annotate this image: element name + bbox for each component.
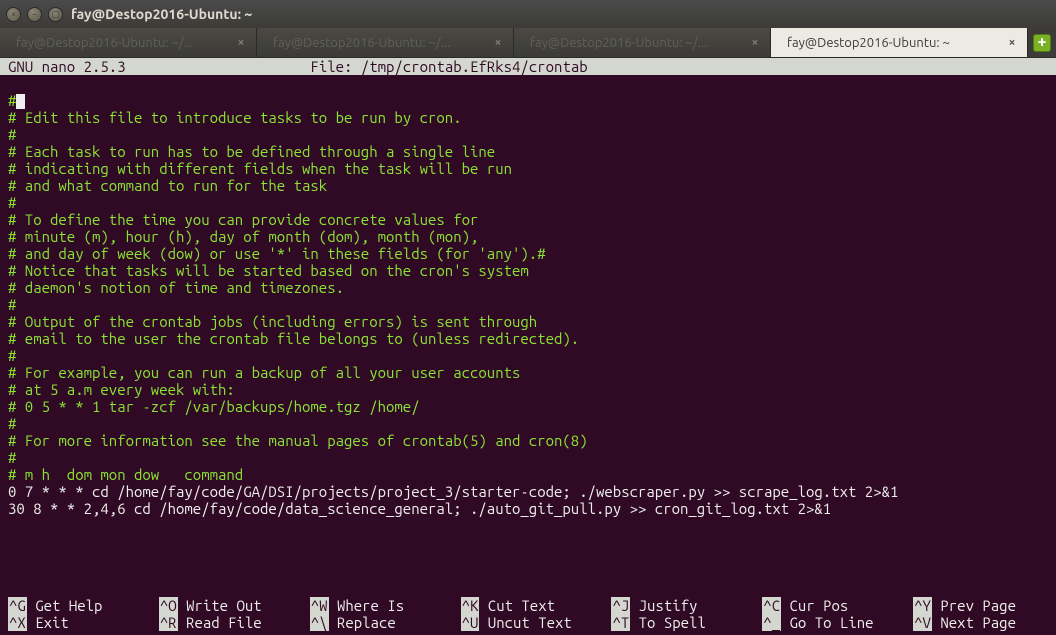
shortcut-label: Replace [337, 614, 396, 631]
shortcut-label: Uncut Text [488, 614, 572, 631]
shortcut-label: Exit [35, 614, 69, 631]
shortcut-read-file[interactable]: ^R Read File [151, 614, 302, 631]
plus-icon: + [1033, 34, 1051, 52]
shortcut-replace[interactable]: ^\ Replace [302, 614, 453, 631]
editor-line: # For more information see the manual pa… [8, 432, 588, 449]
nano-footer: ^G Get Help ^O Write Out ^W Where Is ^K … [0, 597, 1056, 635]
editor-line: 30 8 * * 2,4,6 cd /home/fay/code/data_sc… [8, 500, 831, 517]
editor-line: # [8, 449, 16, 466]
close-icon[interactable]: × [6, 7, 21, 22]
shortcut-key: ^X [8, 614, 27, 631]
editor-line: # minute (m), hour (h), day of month (do… [8, 228, 478, 245]
editor-line: # Notice that tasks will be started base… [8, 262, 529, 279]
tab-2[interactable]: fay@Destop2016-Ubuntu: ~/... × [257, 28, 514, 57]
shortcut-row-2: ^X Exit ^R Read File ^\ Replace ^U Uncut… [0, 614, 1056, 631]
shortcut-to-spell[interactable]: ^T To Spell [603, 614, 754, 631]
editor-line: # Edit this file to introduce tasks to b… [8, 109, 462, 126]
editor-line: # [8, 296, 16, 313]
shortcut-cur-pos[interactable]: ^C Cur Pos [754, 597, 905, 614]
shortcut-key: ^V [913, 614, 932, 631]
shortcut-key: ^O [159, 597, 178, 614]
editor-line: # [8, 194, 16, 211]
shortcut-label: Where Is [337, 597, 404, 614]
shortcut-key: ^Y [913, 597, 932, 614]
shortcut-prev-page[interactable]: ^Y Prev Page [905, 597, 1056, 614]
window-buttons: × − ▢ [6, 7, 63, 22]
editor-line: # and what command to run for the task [8, 177, 327, 194]
close-icon[interactable]: × [491, 36, 505, 50]
tab-1[interactable]: fay@Destop2016-Ubuntu: ~/... × [0, 28, 257, 57]
cursor [16, 94, 25, 109]
editor-line: 0 7 * * * cd /home/fay/code/GA/DSI/proje… [8, 483, 898, 500]
shortcut-key: ^\ [310, 614, 329, 631]
shortcut-label: Go To Line [790, 614, 874, 631]
shortcut-where-is[interactable]: ^W Where Is [302, 597, 453, 614]
shortcut-key: ^W [310, 597, 329, 614]
shortcut-label: Get Help [35, 597, 102, 614]
shortcut-uncut-text[interactable]: ^U Uncut Text [453, 614, 604, 631]
shortcut-label: Read File [186, 614, 262, 631]
editor-line: # Each task to run has to be defined thr… [8, 143, 495, 160]
shortcut-label: To Spell [639, 614, 706, 631]
shortcut-key: ^G [8, 597, 27, 614]
tab-label: fay@Destop2016-Ubuntu: ~/... [16, 36, 228, 50]
shortcut-key: ^_ [762, 614, 781, 631]
shortcut-exit[interactable]: ^X Exit [0, 614, 151, 631]
shortcut-write-out[interactable]: ^O Write Out [151, 597, 302, 614]
shortcut-label: Prev Page [940, 597, 1016, 614]
close-icon[interactable]: × [748, 36, 762, 50]
editor-line: # [8, 126, 16, 143]
shortcut-label: Justify [639, 597, 698, 614]
shortcut-row-1: ^G Get Help ^O Write Out ^W Where Is ^K … [0, 597, 1056, 614]
new-tab-button[interactable]: + [1028, 28, 1056, 57]
editor-line: # email to the user the crontab file bel… [8, 330, 579, 347]
shortcut-label: Cut Text [488, 597, 555, 614]
shortcut-key: ^R [159, 614, 178, 631]
nano-header: GNU nano 2.5.3 File: /tmp/crontab.EfRks4… [0, 58, 1056, 75]
tab-4[interactable]: fay@Destop2016-Ubuntu: ~ × [771, 28, 1028, 57]
shortcut-label: Next Page [940, 614, 1016, 631]
tab-bar: fay@Destop2016-Ubuntu: ~/... × fay@Desto… [0, 28, 1056, 58]
editor-line: # daemon's notion of time and timezones. [8, 279, 344, 296]
shortcut-go-to-line[interactable]: ^_ Go To Line [754, 614, 905, 631]
tab-label: fay@Destop2016-Ubuntu: ~/... [273, 36, 485, 50]
shortcut-justify[interactable]: ^J Justify [603, 597, 754, 614]
shortcut-key: ^T [611, 614, 630, 631]
close-icon[interactable]: × [1005, 36, 1019, 50]
editor-line: # 0 5 * * 1 tar -zcf /var/backups/home.t… [8, 398, 420, 415]
nano-body: # # Edit this file to introduce tasks to… [0, 75, 1056, 517]
tab-label: fay@Destop2016-Ubuntu: ~/... [530, 36, 742, 50]
terminal[interactable]: GNU nano 2.5.3 File: /tmp/crontab.EfRks4… [0, 58, 1056, 635]
window-titlebar: × − ▢ fay@Destop2016-Ubuntu: ~ [0, 0, 1056, 28]
nano-version: GNU nano 2.5.3 [8, 58, 126, 75]
shortcut-key: ^K [461, 597, 480, 614]
nano-file-label: File: [310, 58, 352, 75]
editor-line: # To define the time you can provide con… [8, 211, 478, 228]
editor-line: # and day of week (dow) or use '*' in th… [8, 245, 546, 262]
window-title: fay@Destop2016-Ubuntu: ~ [71, 6, 252, 22]
shortcut-key: ^U [461, 614, 480, 631]
editor-line: # m h dom mon dow command [8, 466, 243, 483]
shortcut-label: Write Out [186, 597, 262, 614]
minimize-icon[interactable]: − [27, 7, 42, 22]
editor-line: # at 5 a.m every week with: [8, 381, 235, 398]
shortcut-next-page[interactable]: ^V Next Page [905, 614, 1056, 631]
shortcut-cut-text[interactable]: ^K Cut Text [453, 597, 604, 614]
tab-3[interactable]: fay@Destop2016-Ubuntu: ~/... × [514, 28, 771, 57]
editor-line: # indicating with different fields when … [8, 160, 512, 177]
shortcut-key: ^C [762, 597, 781, 614]
editor-line: # [8, 347, 16, 364]
maximize-icon[interactable]: ▢ [48, 7, 63, 22]
shortcut-key: ^J [611, 597, 630, 614]
shortcut-get-help[interactable]: ^G Get Help [0, 597, 151, 614]
editor-line: # Output of the crontab jobs (including … [8, 313, 537, 330]
editor-line: # [8, 415, 16, 432]
tab-label: fay@Destop2016-Ubuntu: ~ [787, 36, 999, 50]
nano-filename: /tmp/crontab.EfRks4/crontab [361, 58, 588, 75]
close-icon[interactable]: × [234, 36, 248, 50]
shortcut-label: Cur Pos [790, 597, 849, 614]
editor-line: # [8, 92, 16, 109]
editor-line: # For example, you can run a backup of a… [8, 364, 520, 381]
